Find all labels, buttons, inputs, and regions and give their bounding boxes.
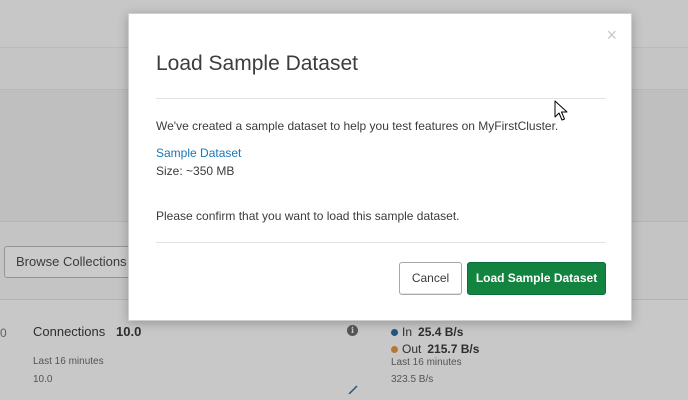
- load-sample-dataset-modal: × Load Sample Dataset We've created a sa…: [128, 13, 632, 321]
- divider: [156, 242, 606, 243]
- load-sample-dataset-button[interactable]: Load Sample Dataset: [467, 262, 606, 295]
- sample-dataset-link[interactable]: Sample Dataset: [156, 146, 241, 160]
- modal-title: Load Sample Dataset: [156, 52, 358, 75]
- dataset-size: Size: ~350 MB: [156, 164, 235, 178]
- divider: [156, 98, 606, 99]
- modal-description: We've created a sample dataset to help y…: [156, 119, 559, 133]
- mouse-cursor-icon: [554, 100, 568, 121]
- cancel-button[interactable]: Cancel: [399, 262, 462, 295]
- confirm-text: Please confirm that you want to load thi…: [156, 209, 460, 223]
- close-icon[interactable]: ×: [606, 26, 617, 44]
